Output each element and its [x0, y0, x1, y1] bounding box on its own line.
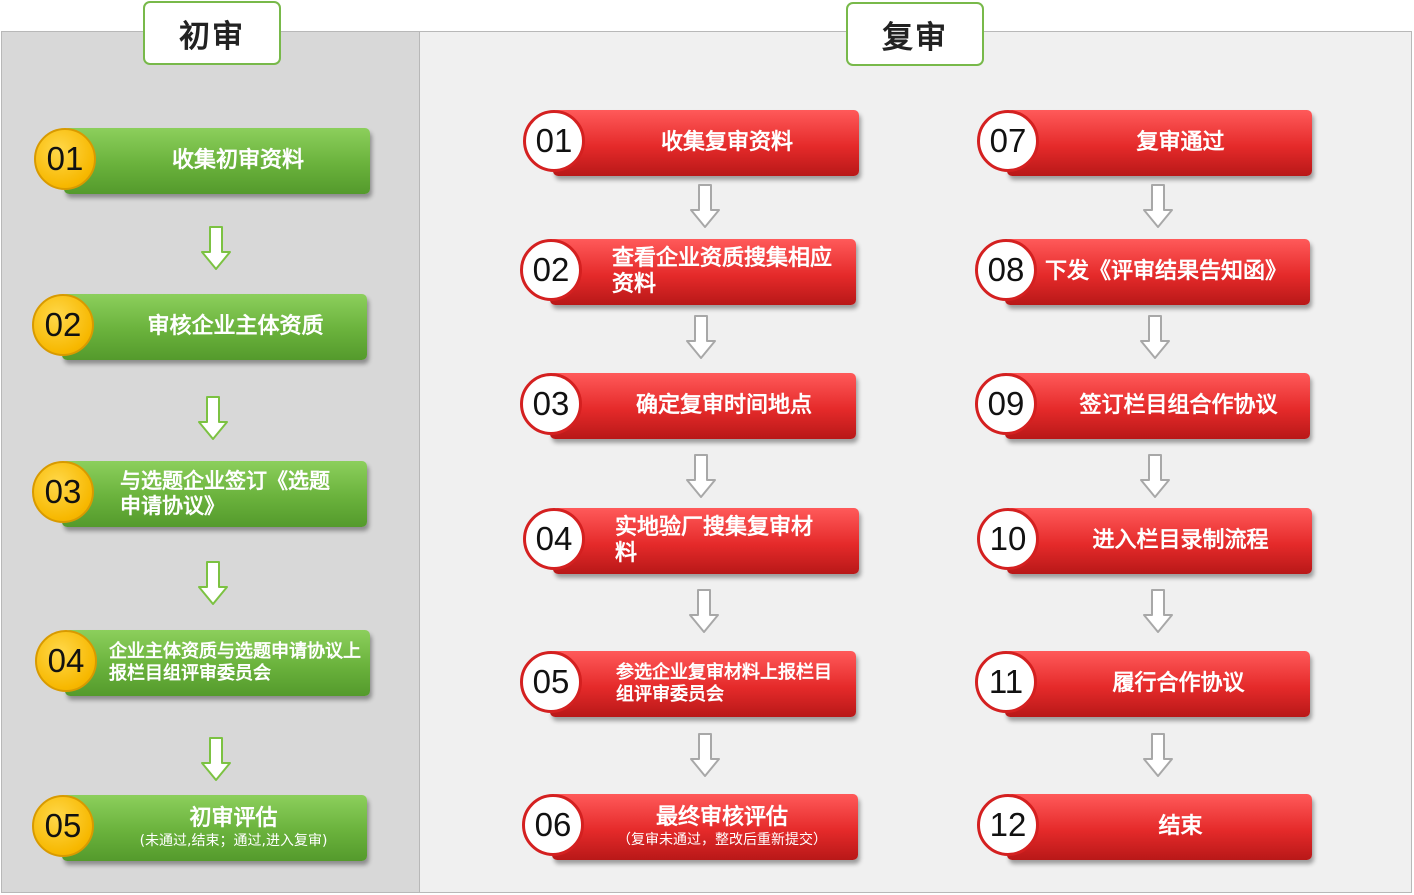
step-text: 结束 [1158, 813, 1203, 839]
step-text: 下发《评审结果告知函》 [1045, 258, 1288, 284]
down-arrow-icon [686, 315, 716, 359]
down-arrow-icon [1143, 589, 1173, 633]
step-number-badge: 08 [975, 239, 1037, 301]
step-bar: 确定复审时间地点 [550, 373, 856, 439]
final-review-title: 复审 [846, 2, 984, 66]
step-bar: 初审评估 (未通过,结束；通过,进入复审) [62, 795, 367, 861]
final-step-12: 12 结束 [977, 794, 1312, 860]
step-text: 履行合作协议 [1112, 670, 1245, 696]
final-step-9: 09 签订栏目组合作协议 [975, 373, 1310, 439]
preliminary-step-3: 03 与选题企业签订《选题申请协议》 [32, 461, 367, 527]
step-subtext: (未通过,结束；通过,进入复审) [139, 832, 328, 849]
step-number-badge: 07 [977, 110, 1039, 172]
preliminary-step-2: 02 审核企业主体资质 [32, 294, 367, 360]
step-bar: 实地验厂搜集复审材料 [553, 508, 859, 574]
step-text: 与选题企业签订《选题申请协议》 [120, 468, 330, 518]
down-arrow-icon [201, 226, 231, 270]
step-bar: 履行合作协议 [1005, 651, 1310, 717]
step-bar: 下发《评审结果告知函》 [1005, 239, 1310, 305]
down-arrow-icon [198, 561, 228, 605]
step-number-badge: 06 [522, 794, 584, 856]
step-bar: 收集复审资料 [553, 110, 859, 176]
step-number-badge: 05 [520, 651, 582, 713]
preliminary-title: 初审 [143, 1, 281, 65]
final-step-5: 05 参选企业复审材料上报栏目组评审委员会 [520, 651, 856, 717]
final-step-6: 06 最终审核评估 （复审未通过，整改后重新提交） [522, 794, 858, 860]
final-step-2: 02 查看企业资质搜集相应资料 [520, 239, 856, 305]
step-text: 审核企业主体资质 [147, 313, 324, 339]
step-text: 参选企业复审材料上报栏目组评审委员会 [616, 662, 832, 705]
step-number-badge: 11 [975, 651, 1037, 713]
down-arrow-icon [690, 184, 720, 228]
step-bar: 审核企业主体资质 [62, 294, 367, 360]
step-text: 收集初审资料 [171, 147, 304, 173]
down-arrow-icon [1140, 454, 1170, 498]
step-number-badge: 12 [977, 794, 1039, 856]
final-step-3: 03 确定复审时间地点 [520, 373, 856, 439]
down-arrow-icon [201, 737, 231, 781]
step-text: 签订栏目组合作协议 [1079, 392, 1278, 418]
step-bar: 企业主体资质与选题申请协议上报栏目组评审委员会 [65, 630, 370, 696]
down-arrow-icon [686, 454, 716, 498]
down-arrow-icon [689, 589, 719, 633]
step-text: 收集复审资料 [660, 129, 793, 155]
step-bar: 与选题企业签订《选题申请协议》 [62, 461, 367, 527]
step-bar: 结束 [1007, 794, 1312, 860]
step-bar: 最终审核评估 （复审未通过，整改后重新提交） [552, 794, 858, 860]
step-text: 查看企业资质搜集相应资料 [612, 245, 833, 297]
final-step-8: 08 下发《评审结果告知函》 [975, 239, 1310, 305]
step-text: 复审通过 [1136, 129, 1225, 155]
step-bar: 复审通过 [1007, 110, 1312, 176]
step-number-badge: 09 [975, 373, 1037, 435]
final-step-1: 01 收集复审资料 [523, 110, 859, 176]
down-arrow-icon [1143, 733, 1173, 777]
step-number-badge: 04 [523, 508, 585, 570]
down-arrow-icon [690, 733, 720, 777]
step-number-badge: 02 [520, 239, 582, 301]
down-arrow-icon [1143, 184, 1173, 228]
step-subtext: （复审未通过，整改后重新提交） [617, 831, 827, 848]
final-step-4: 04 实地验厂搜集复审材料 [523, 508, 859, 574]
step-bar: 签订栏目组合作协议 [1005, 373, 1310, 439]
preliminary-step-5: 05 初审评估 (未通过,结束；通过,进入复审) [32, 795, 367, 861]
step-bar: 查看企业资质搜集相应资料 [550, 239, 856, 305]
step-number-badge: 01 [34, 128, 96, 190]
down-arrow-icon [198, 396, 228, 440]
preliminary-step-1: 01 收集初审资料 [34, 128, 370, 194]
step-number-badge: 03 [520, 373, 582, 435]
step-number-badge: 01 [523, 110, 585, 172]
preliminary-step-4: 04 企业主体资质与选题申请协议上报栏目组评审委员会 [35, 630, 370, 696]
step-text: 初审评估 [189, 806, 278, 832]
step-text: 实地验厂搜集复审材料 [615, 514, 814, 566]
down-arrow-icon [1140, 315, 1170, 359]
step-number-badge: 04 [35, 630, 97, 692]
final-step-10: 10 进入栏目录制流程 [977, 508, 1312, 574]
step-number-badge: 10 [977, 508, 1039, 570]
step-number-badge: 03 [32, 461, 94, 523]
final-step-7: 07 复审通过 [977, 110, 1312, 176]
step-bar: 参选企业复审材料上报栏目组评审委员会 [550, 651, 856, 717]
step-number-badge: 05 [32, 795, 94, 857]
final-step-11: 11 履行合作协议 [975, 651, 1310, 717]
step-text: 企业主体资质与选题申请协议上报栏目组评审委员会 [109, 641, 361, 684]
step-number-badge: 02 [32, 294, 94, 356]
step-bar: 收集初审资料 [64, 128, 370, 194]
step-text: 最终审核评估 [655, 805, 788, 831]
step-text: 进入栏目录制流程 [1092, 527, 1269, 553]
step-text: 确定复审时间地点 [635, 392, 812, 418]
step-bar: 进入栏目录制流程 [1007, 508, 1312, 574]
